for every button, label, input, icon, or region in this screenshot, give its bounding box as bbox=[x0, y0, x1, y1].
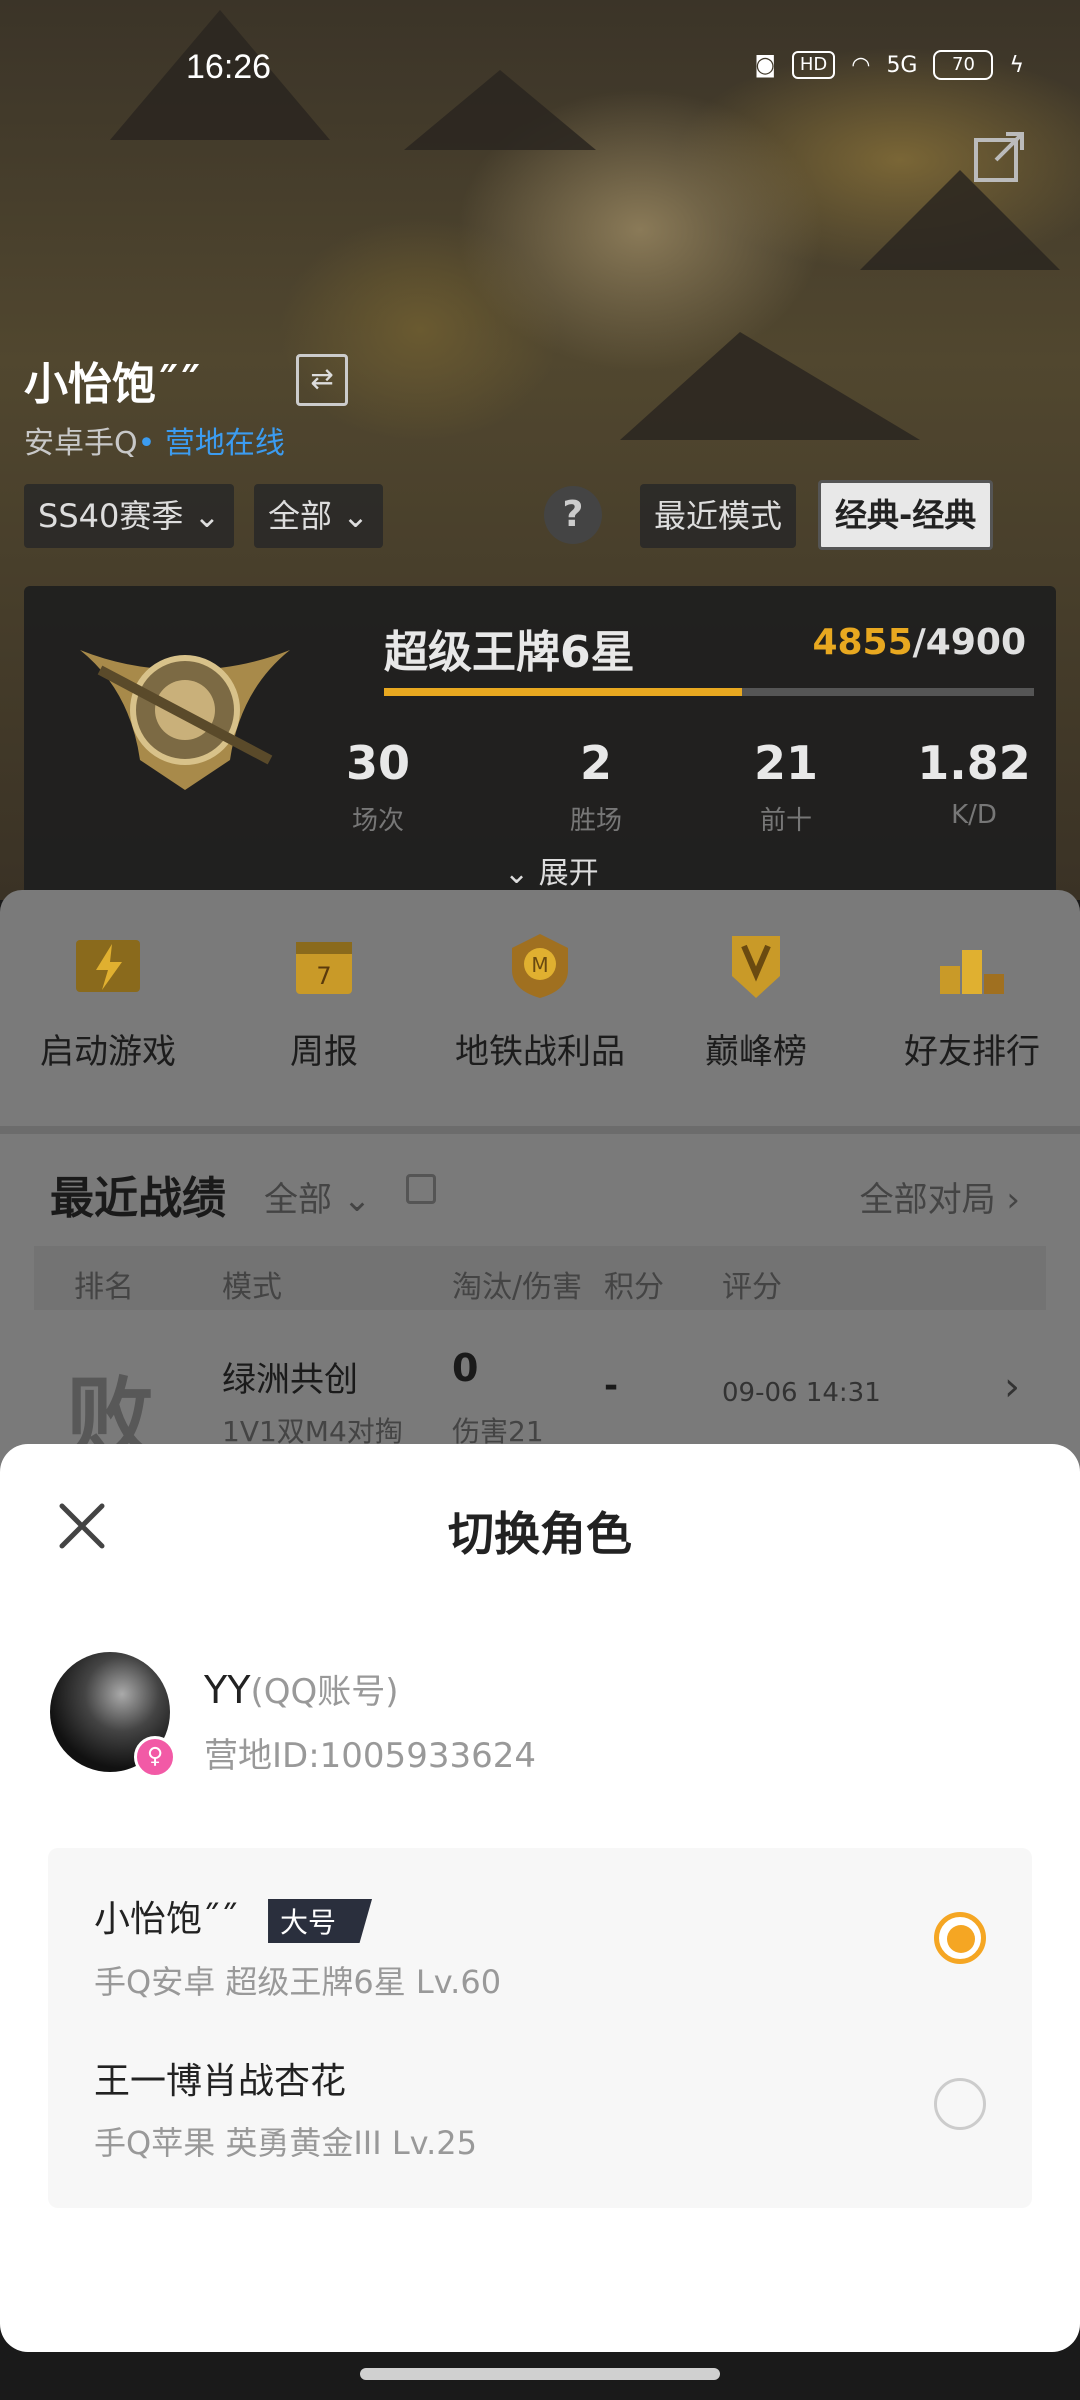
female-icon: ♀ bbox=[134, 1736, 176, 1778]
help-icon[interactable]: ? bbox=[544, 486, 602, 544]
stat-value: 1.82 bbox=[917, 736, 1031, 790]
stat-matches: 30 场次 bbox=[318, 736, 438, 837]
recent-filter[interactable]: 全部 ⌄ bbox=[264, 1172, 371, 1221]
metro-badge-icon: M bbox=[512, 934, 568, 998]
mode-select[interactable]: 经典-经典 bbox=[818, 480, 994, 550]
match-mode: 绿洲共创 bbox=[222, 1360, 358, 1400]
match-date: 09-06 14:31 bbox=[722, 1378, 881, 1408]
function-row: 启动游戏 7 周报 M 地铁战利品 巅峰榜 好友排行 bbox=[0, 930, 1080, 1130]
share-icon[interactable] bbox=[972, 128, 1028, 184]
mode-label: 最近模式 bbox=[640, 484, 797, 548]
wifi-icon: ◠ bbox=[851, 52, 871, 78]
camp-id: 营地ID:1005933624 bbox=[204, 1736, 536, 1776]
scope-filter[interactable]: 全部 ⌄ bbox=[254, 484, 383, 548]
account-name: YY bbox=[204, 1668, 251, 1712]
stat-label: 前十 bbox=[759, 806, 812, 836]
rank-progress-bar bbox=[384, 688, 1034, 696]
role-info: 手Q安卓 超级王牌6星 Lv.60 bbox=[94, 1963, 502, 2001]
status-time: 16:26 bbox=[186, 48, 272, 86]
signal-icon: 5G bbox=[886, 52, 918, 78]
account-name-line: YY(QQ账号) bbox=[204, 1664, 399, 1713]
header-mode: 模式 bbox=[222, 1270, 282, 1305]
svg-text:7: 7 bbox=[316, 962, 331, 990]
account-type: (QQ账号) bbox=[250, 1672, 399, 1712]
peak-badge-icon bbox=[732, 936, 780, 998]
header-rank: 排名 bbox=[74, 1270, 134, 1305]
recent-title: 最近战绩 bbox=[50, 1173, 226, 1224]
func-label: 好友排行 bbox=[904, 1032, 1040, 1072]
func-label: 周报 bbox=[290, 1032, 358, 1072]
switch-role-icon[interactable]: ⇄ bbox=[296, 354, 348, 406]
stat-top10: 21 前十 bbox=[726, 736, 846, 837]
func-label: 巅峰榜 bbox=[705, 1032, 807, 1072]
role-info: 手Q苹果 英勇黄金III Lv.25 bbox=[94, 2124, 478, 2162]
lock-icon[interactable] bbox=[406, 1174, 436, 1204]
role-name: 小怡饱˝˝ bbox=[94, 1899, 239, 1940]
player-name: 小怡饱˝˝ bbox=[24, 359, 200, 410]
match-kills: 0 bbox=[452, 1346, 479, 1390]
func-launch-game[interactable]: 启动游戏 bbox=[8, 930, 208, 1073]
role-item[interactable]: 王一博肖战杏花 手Q苹果 英勇黄金III Lv.25 bbox=[94, 2052, 994, 2164]
stat-label: K/D bbox=[951, 800, 997, 830]
lightning-icon bbox=[76, 940, 140, 992]
header-rating: 评分 bbox=[722, 1270, 782, 1305]
func-peak-board[interactable]: 巅峰榜 bbox=[656, 930, 856, 1073]
hd-icon: HD bbox=[791, 51, 836, 79]
rank-points-current: 4855 bbox=[812, 622, 913, 663]
header-points: 积分 bbox=[604, 1270, 664, 1305]
sheet-title: 切换角色 bbox=[448, 1507, 632, 1561]
match-detail-arrow[interactable]: › bbox=[1004, 1364, 1020, 1410]
presence-status: • 营地在线 bbox=[137, 426, 285, 461]
stat-wins: 2 胜场 bbox=[536, 736, 656, 837]
stat-kd: 1.82 K/D bbox=[914, 736, 1034, 830]
rank-progress-fill bbox=[384, 688, 742, 696]
nfc-icon: ◙ bbox=[754, 52, 776, 78]
rank-emblem-icon bbox=[80, 650, 290, 790]
home-indicator[interactable] bbox=[360, 2368, 720, 2380]
calendar-icon: 7 bbox=[296, 942, 352, 994]
func-weekly[interactable]: 7 周报 bbox=[224, 930, 424, 1073]
podium-icon bbox=[940, 950, 1004, 994]
stat-label: 胜场 bbox=[569, 806, 622, 836]
rank-points-total: /4900 bbox=[912, 622, 1026, 663]
all-matches-link[interactable]: 全部对局 › bbox=[860, 1172, 1020, 1221]
main-account-badge: 大号 bbox=[268, 1899, 373, 1943]
stat-value: 2 bbox=[579, 736, 612, 790]
player-platform-line: 安卓手Q• 营地在线 bbox=[24, 418, 285, 462]
role-list: 小怡饱˝˝ 大号 手Q安卓 超级王牌6星 Lv.60 王一博肖战杏花 手Q苹果 英… bbox=[48, 1848, 1032, 2208]
stat-value: 21 bbox=[753, 736, 818, 790]
stat-label: 场次 bbox=[351, 806, 404, 836]
status-bar: 16:26 ◙ HD ◠ 5G 70 ϟ bbox=[0, 40, 1080, 100]
header-kills-damage: 淘汰/伤害 bbox=[452, 1270, 583, 1305]
season-filter[interactable]: SS40赛季 ⌄ bbox=[24, 484, 235, 548]
func-label: 启动游戏 bbox=[40, 1032, 176, 1072]
expand-button[interactable]: ⌄ 展开 bbox=[504, 848, 599, 892]
match-points: - bbox=[604, 1366, 619, 1406]
stat-value: 30 bbox=[345, 736, 410, 790]
svg-text:M: M bbox=[531, 953, 548, 977]
rank-card: 超级王牌6星 4855/4900 30 场次 2 胜场 21 前十 1.82 K… bbox=[24, 586, 1056, 898]
rank-title: 超级王牌6星 bbox=[384, 627, 635, 678]
role-name-line: 小怡饱˝˝ 大号 bbox=[94, 1890, 994, 1943]
player-platform: 安卓手Q bbox=[24, 426, 138, 461]
role-radio[interactable] bbox=[934, 2078, 986, 2130]
divider bbox=[0, 1126, 1080, 1134]
charging-icon: ϟ bbox=[1009, 52, 1024, 78]
func-metro-loot[interactable]: M 地铁战利品 bbox=[440, 930, 640, 1073]
switch-role-sheet: 切换角色 ♀ YY(QQ账号) 营地ID:1005933624 小怡饱˝˝ 大号 … bbox=[0, 1444, 1080, 2352]
func-label: 地铁战利品 bbox=[455, 1032, 625, 1072]
battery-icon: 70 bbox=[933, 50, 994, 80]
role-radio-selected[interactable] bbox=[934, 1912, 986, 1964]
role-name: 王一博肖战杏花 bbox=[94, 2061, 347, 2102]
rank-points: 4855/4900 bbox=[812, 622, 1026, 663]
func-friend-rank[interactable]: 好友排行 bbox=[872, 930, 1072, 1073]
role-item[interactable]: 小怡饱˝˝ 大号 手Q安卓 超级王牌6星 Lv.60 bbox=[94, 1890, 994, 2003]
